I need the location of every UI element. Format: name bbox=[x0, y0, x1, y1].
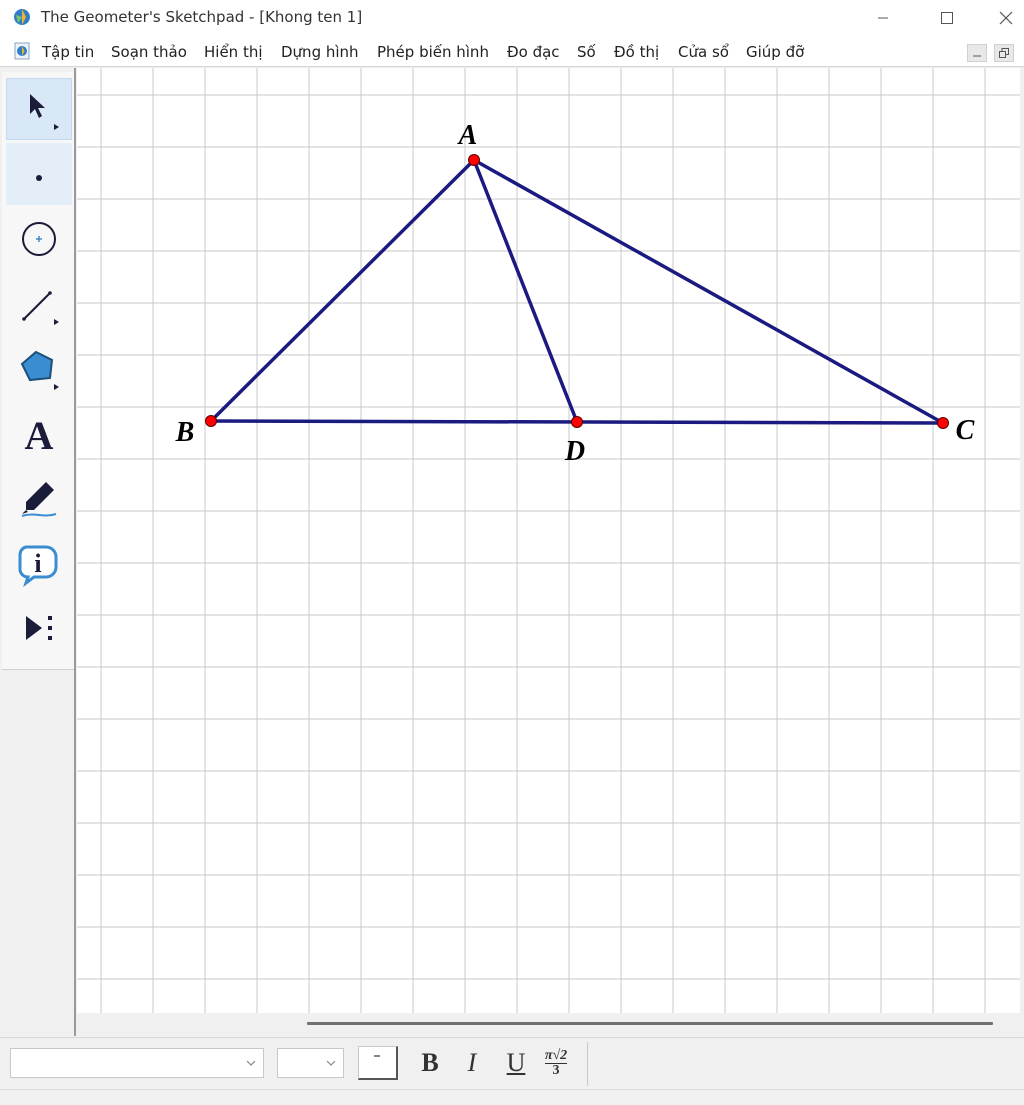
marker-tool[interactable] bbox=[6, 468, 72, 530]
sketch-drawing[interactable]: A B C D bbox=[77, 68, 1020, 1013]
polygon-tool[interactable] bbox=[6, 338, 72, 400]
toolbox: A i bbox=[0, 68, 76, 1036]
math-format-button[interactable]: π√2 3 bbox=[538, 1046, 574, 1080]
straightedge-tool[interactable] bbox=[6, 273, 72, 335]
pentagon-icon bbox=[20, 350, 59, 390]
menu-graph[interactable]: Đồ thị bbox=[614, 43, 659, 61]
menu-display[interactable]: Hiển thị bbox=[204, 43, 263, 61]
menu-file[interactable]: Tập tin bbox=[42, 43, 94, 61]
point-c[interactable] bbox=[937, 417, 949, 429]
points bbox=[205, 154, 949, 429]
italic-button[interactable]: I bbox=[455, 1046, 489, 1080]
status-bar bbox=[0, 1089, 1024, 1105]
text-format-bar: B I U π√2 3 bbox=[0, 1037, 1024, 1089]
point-label-a[interactable]: A bbox=[457, 120, 478, 151]
close-icon bbox=[999, 11, 1013, 25]
text-a-icon: A bbox=[25, 413, 54, 457]
toolbox-panel: A i bbox=[2, 72, 74, 670]
point-d[interactable] bbox=[571, 416, 583, 428]
svg-text:i: i bbox=[34, 549, 41, 578]
chevron-down-icon bbox=[246, 1060, 256, 1066]
point-icon bbox=[36, 175, 42, 181]
text-color-button[interactable] bbox=[358, 1046, 398, 1080]
maximize-icon bbox=[941, 12, 953, 24]
menu-construct[interactable]: Dựng hình bbox=[281, 43, 359, 61]
document-restore-button[interactable] bbox=[994, 44, 1014, 62]
menu-bar: Tập tin Soạn thảo Hiển thị Dựng hình Phé… bbox=[0, 36, 1024, 67]
maximize-button[interactable] bbox=[924, 0, 970, 36]
math-format-top: π√2 bbox=[544, 1047, 568, 1064]
info-icon: i bbox=[18, 545, 58, 587]
arrow-icon bbox=[30, 94, 59, 130]
svg-text:A: A bbox=[25, 413, 54, 457]
custom-tool[interactable] bbox=[6, 598, 72, 660]
information-tool[interactable]: i bbox=[6, 533, 72, 595]
sketchpad-logo-icon bbox=[14, 9, 30, 25]
play-custom-icon bbox=[26, 616, 52, 640]
minimize-icon bbox=[878, 17, 888, 19]
minimize-button[interactable] bbox=[860, 0, 906, 36]
menu-help[interactable]: Giúp đỡ bbox=[746, 43, 804, 61]
horizontal-scrollbar[interactable] bbox=[77, 1013, 1020, 1037]
menu-edit[interactable]: Soạn thảo bbox=[111, 43, 187, 61]
point-tool[interactable] bbox=[6, 143, 72, 205]
font-size-select[interactable] bbox=[277, 1048, 344, 1078]
compass-tool[interactable] bbox=[6, 208, 72, 270]
marker-pen-icon bbox=[21, 482, 57, 517]
close-button[interactable] bbox=[988, 0, 1024, 36]
menu-measure[interactable]: Đo đạc bbox=[507, 43, 560, 61]
point-b[interactable] bbox=[205, 415, 217, 427]
document-minimize-button[interactable] bbox=[967, 44, 987, 62]
sketchpad-window: The Geometer's Sketchpad - [Khong ten 1]… bbox=[0, 0, 1024, 1105]
format-divider bbox=[587, 1042, 588, 1086]
point-label-c[interactable]: C bbox=[956, 415, 975, 446]
point-a[interactable] bbox=[468, 154, 480, 166]
point-label-b[interactable]: B bbox=[175, 417, 195, 448]
sketch-canvas[interactable]: A B C D bbox=[77, 68, 1020, 1013]
grid bbox=[77, 68, 1020, 1013]
menu-transform[interactable]: Phép biến hình bbox=[377, 43, 489, 61]
title-bar: The Geometer's Sketchpad - [Khong ten 1] bbox=[0, 0, 1024, 36]
chevron-down-icon bbox=[326, 1060, 336, 1066]
menu-window[interactable]: Cửa sổ bbox=[678, 43, 729, 61]
scrollbar-thumb[interactable] bbox=[307, 1022, 993, 1025]
window-title: The Geometer's Sketchpad - [Khong ten 1] bbox=[41, 8, 363, 26]
font-family-select[interactable] bbox=[10, 1048, 264, 1078]
document-icon[interactable] bbox=[12, 41, 32, 61]
circle-icon bbox=[22, 222, 56, 256]
point-label-d[interactable]: D bbox=[564, 436, 585, 467]
math-format-bottom: 3 bbox=[552, 1062, 560, 1078]
text-tool[interactable]: A bbox=[6, 403, 72, 465]
selection-arrow-tool[interactable] bbox=[6, 78, 72, 140]
bold-button[interactable]: B bbox=[413, 1046, 447, 1080]
minimize-icon bbox=[973, 55, 981, 57]
menu-number[interactable]: Số bbox=[577, 43, 596, 61]
underline-button[interactable]: U bbox=[499, 1046, 533, 1080]
color-swatch-icon bbox=[373, 1054, 380, 1057]
segment-icon bbox=[22, 291, 59, 325]
restore-icon bbox=[999, 48, 1009, 58]
